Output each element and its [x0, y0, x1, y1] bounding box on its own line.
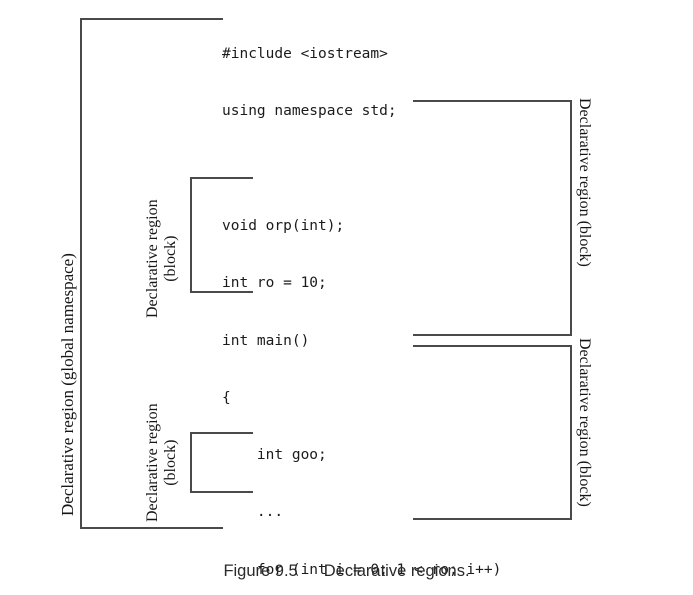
caption-text: Declarative regions. [323, 562, 470, 580]
label-declarative-region-block-inner: Declarative region (block) [144, 403, 180, 522]
bracket-global-vertical-rule [80, 18, 82, 529]
figure-declarative-regions: #include <iostream> using namespace std;… [0, 0, 693, 595]
code-line: ... [222, 504, 284, 521]
code-listing: #include <iostream> using namespace std;… [222, 7, 501, 595]
bracket-global-top-rule [80, 18, 223, 20]
bracket-global-bottom-rule [80, 527, 223, 529]
label-line-2: (block) [161, 439, 179, 486]
figure-caption: Figure 9.5 Declarative regions. [0, 562, 693, 581]
caption-number: Figure 9.5 [223, 562, 298, 580]
code-line: #include <iostream> [222, 46, 388, 63]
code-line: { [222, 389, 231, 406]
label-line-1: Declarative region [144, 199, 161, 318]
bracket-block-inner-vertical-rule [190, 432, 192, 493]
code-line: void orp(int); [222, 218, 345, 235]
code-line: int goo; [222, 447, 327, 464]
label-line-2: (block) [161, 235, 179, 282]
code-line: int ro = 10; [222, 275, 327, 292]
label-declarative-region-global-namespace: Declarative region (global namespace) [58, 253, 77, 516]
bracket-orp-vertical-rule [570, 345, 572, 520]
label-declarative-region-block-for: Declarative region (block) [144, 199, 180, 318]
code-line: using namespace std; [222, 103, 397, 120]
label-line-1: Declarative region [144, 403, 161, 522]
bracket-main-vertical-rule [570, 100, 572, 336]
label-declarative-region-block-main: Declarative region (block) [576, 98, 593, 267]
bracket-block-for-vertical-rule [190, 177, 192, 293]
code-line: int main() [222, 332, 310, 349]
label-declarative-region-block-orp: Declarative region (block) [576, 338, 593, 507]
